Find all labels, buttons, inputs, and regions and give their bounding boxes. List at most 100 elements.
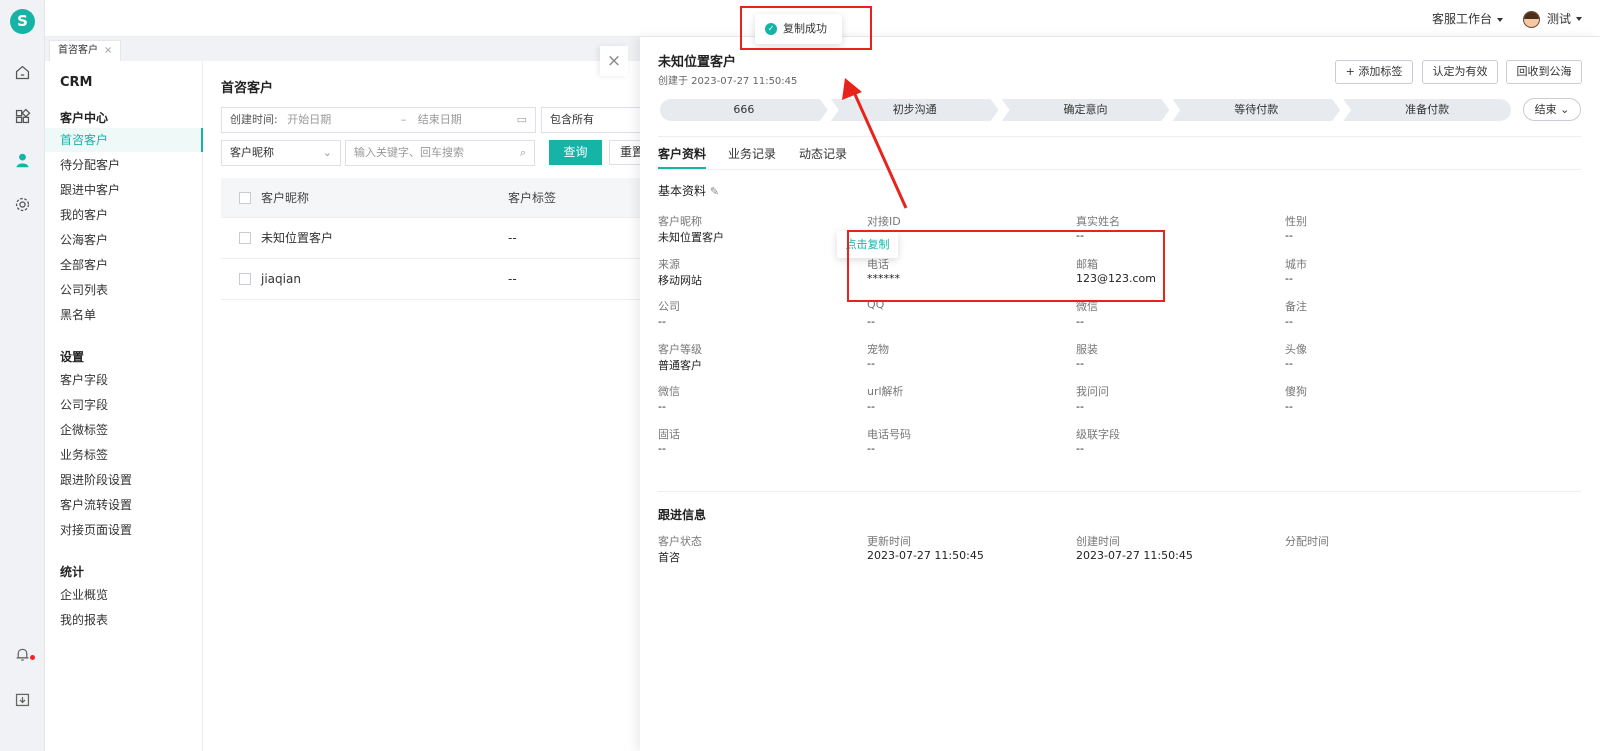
field-label: 傻狗: [1285, 385, 1307, 398]
sidebar-item-public-pool[interactable]: 公海客户: [45, 228, 203, 252]
sidebar-item-wecom-tags[interactable]: 企微标签: [45, 418, 203, 442]
customer-nickname[interactable]: 未知位置客户: [261, 218, 333, 258]
column-header: 客户标签: [508, 191, 557, 205]
app-logo[interactable]: S: [10, 9, 35, 34]
workbench-dropdown[interactable]: 客服工作台: [1432, 10, 1503, 27]
sidebar-item-pending[interactable]: 待分配客户: [45, 153, 203, 177]
user-menu[interactable]: 测试: [1522, 10, 1582, 28]
drawer-close-button[interactable]: ×: [600, 46, 628, 76]
field-value[interactable]: --: [1076, 315, 1084, 328]
stage-step[interactable]: 666: [660, 99, 828, 121]
customer-user-icon[interactable]: [12, 150, 33, 171]
field-value[interactable]: --: [867, 357, 875, 370]
field-label: 城市: [1285, 258, 1307, 271]
divider: [658, 491, 1581, 492]
sidebar-item-company-fields[interactable]: 公司字段: [45, 393, 203, 417]
edit-pencil-icon[interactable]: ✎: [710, 185, 719, 198]
stage-step[interactable]: 初步沟通: [831, 99, 999, 121]
field-label: 微信: [658, 385, 680, 398]
end-button[interactable]: 结束 ⌄: [1523, 98, 1581, 121]
tab-activity-records[interactable]: 动态记录: [799, 145, 847, 163]
sidebar-item-business-tags[interactable]: 业务标签: [45, 443, 203, 467]
tab-customer-profile[interactable]: 客户资料: [658, 145, 707, 169]
field-value: 2023-07-27 11:50:45: [867, 549, 984, 562]
sidebar-group-title: 设置: [60, 350, 85, 364]
divider: [658, 169, 1581, 170]
field-value[interactable]: --: [1076, 442, 1084, 455]
field-label: 公司: [658, 300, 680, 313]
query-button[interactable]: 查询: [549, 140, 602, 165]
created-time-label: 创建时间:: [230, 113, 278, 126]
chevron-down-icon: [1576, 17, 1582, 21]
stage-step[interactable]: 准备付款: [1343, 99, 1511, 121]
field-value[interactable]: --: [867, 442, 875, 455]
field-value[interactable]: --: [1285, 357, 1293, 370]
row-checkbox[interactable]: [239, 232, 251, 244]
field-value[interactable]: 普通客户: [658, 357, 702, 373]
include-select[interactable]: 包含所有: [541, 107, 651, 133]
field-label: 头像: [1285, 343, 1307, 356]
search-input[interactable]: 输入关键字、回车搜索 ⌕: [345, 140, 535, 166]
add-tag-button[interactable]: + 添加标签: [1335, 60, 1413, 84]
field-value: 首咨: [658, 551, 680, 564]
notification-bell-icon[interactable]: [12, 644, 33, 665]
apps-grid-icon[interactable]: [12, 106, 33, 127]
stage-step[interactable]: 等待付款: [1172, 99, 1340, 121]
sidebar-item-blacklist[interactable]: 黑名单: [45, 303, 203, 327]
basic-info-title: 基本资料 ✎: [658, 182, 719, 199]
field-label: 真实姓名: [1076, 215, 1120, 228]
close-icon[interactable]: ×: [104, 45, 112, 56]
field-label: 更新时间: [867, 535, 911, 548]
table-header: 客户昵称 客户标签: [221, 178, 651, 218]
field-value[interactable]: --: [658, 400, 666, 413]
search-field-select[interactable]: 客户昵称 ⌄: [221, 140, 341, 166]
field-value[interactable]: 未知位置客户: [658, 229, 724, 245]
mark-valid-button[interactable]: 认定为有效: [1422, 60, 1498, 84]
field-value[interactable]: --: [1076, 400, 1084, 413]
sidebar-group-title: 客户中心: [60, 111, 109, 125]
start-date-input[interactable]: 开始日期: [287, 108, 397, 132]
field-label: 我问问: [1076, 385, 1109, 398]
field-value[interactable]: --: [867, 400, 875, 413]
sidebar-item-following[interactable]: 跟进中客户: [45, 178, 203, 202]
annotation-box: [740, 6, 872, 50]
field-value[interactable]: --: [1285, 229, 1293, 242]
sidebar-item-customer-fields[interactable]: 客户字段: [45, 368, 203, 392]
customer-nickname[interactable]: jiaqian: [261, 259, 301, 299]
sidebar-item-my-reports[interactable]: 我的报表: [45, 608, 203, 632]
field-value[interactable]: --: [1285, 315, 1293, 328]
sidebar-item-page-settings[interactable]: 对接页面设置: [45, 518, 203, 542]
chevron-down-icon: [1496, 17, 1503, 22]
sidebar-item-stage-settings[interactable]: 跟进阶段设置: [45, 468, 203, 492]
sidebar-item-my-customers[interactable]: 我的客户: [45, 203, 203, 227]
field-value[interactable]: --: [867, 315, 875, 328]
recycle-to-pool-button[interactable]: 回收到公海: [1506, 60, 1582, 84]
settings-gear-icon[interactable]: [12, 194, 33, 215]
sidebar-item-company-list[interactable]: 公司列表: [45, 278, 203, 302]
field-value[interactable]: --: [1285, 272, 1293, 285]
avatar: [1522, 10, 1540, 28]
field-value[interactable]: 移动网站: [658, 272, 702, 288]
row-checkbox[interactable]: [239, 273, 251, 285]
icon-rail: S: [0, 0, 45, 751]
field-value[interactable]: --: [658, 442, 666, 455]
field-value[interactable]: --: [1076, 357, 1084, 370]
sidebar-item-first-consult[interactable]: 首咨客户: [45, 128, 203, 152]
download-icon[interactable]: [12, 689, 33, 710]
table-row[interactable]: 未知位置客户 --: [221, 218, 651, 259]
sidebar-item-flow-settings[interactable]: 客户流转设置: [45, 493, 203, 517]
stage-step[interactable]: 确定意向: [1002, 99, 1170, 121]
field-value[interactable]: --: [658, 315, 666, 328]
customer-tag: --: [508, 231, 517, 245]
field-value[interactable]: --: [1285, 400, 1293, 413]
home-icon[interactable]: [12, 62, 33, 83]
sidebar-item-all-customers[interactable]: 全部客户: [45, 253, 203, 277]
end-date-input[interactable]: 结束日期: [418, 113, 462, 126]
tab-first-consult[interactable]: 首咨客户 ×: [49, 40, 122, 61]
tab-strip: 首咨客户 ×: [45, 37, 640, 61]
created-date-range[interactable]: 创建时间: 开始日期 – 结束日期 ▭: [221, 107, 536, 133]
tab-business-records[interactable]: 业务记录: [728, 145, 776, 163]
select-all-checkbox[interactable]: [239, 192, 251, 204]
sidebar-item-overview[interactable]: 企业概览: [45, 583, 203, 607]
table-row[interactable]: jiaqian --: [221, 259, 651, 300]
